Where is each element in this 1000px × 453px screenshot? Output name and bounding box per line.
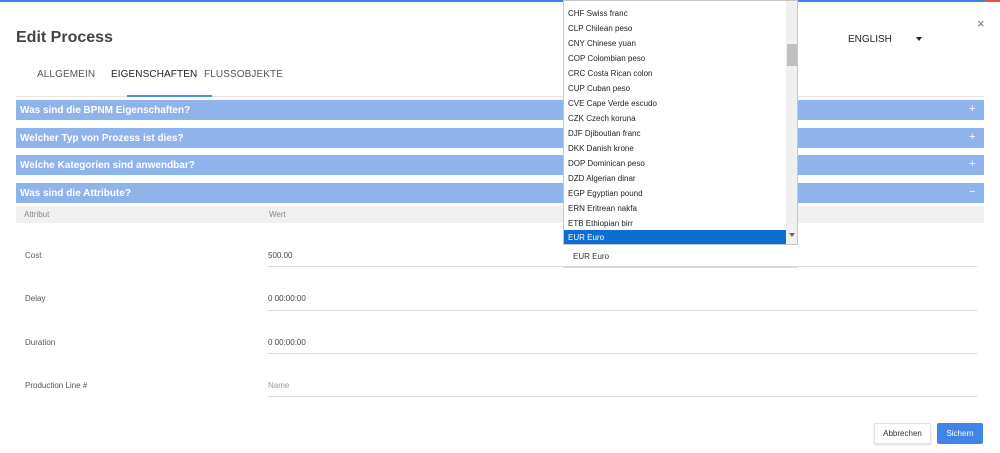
currency-select[interactable]: EUR Euro (563, 246, 798, 268)
attribute-column-header: Attribut (24, 210, 50, 219)
duration-input-underline (268, 353, 977, 354)
currency-select-underline (563, 267, 798, 268)
dropdown-scrollbar[interactable] (786, 1, 797, 244)
currency-option[interactable]: CLP Chilean peso (564, 21, 786, 36)
cancel-button[interactable]: Abbrechen (874, 423, 931, 444)
currency-option[interactable]: CHF Swiss franc (564, 6, 786, 21)
currency-option[interactable]: ETB Ethiopian birr (564, 216, 786, 231)
section-label: Welche Kategorien sind anwendbar? (20, 160, 195, 171)
delay-label: Delay (25, 294, 46, 303)
delay-input[interactable]: 0 00:00:00 (268, 294, 306, 303)
tab-allgemein[interactable]: ALLGEMEIN (37, 69, 95, 96)
currency-option[interactable]: CNY Chinese yuan (564, 36, 786, 51)
section-label: Was sind die Attribute? (20, 188, 131, 199)
dialog-title: Edit Process (16, 29, 113, 46)
currency-option[interactable]: CUP Cuban peso (564, 81, 786, 96)
section-label: Was sind die BPNM Eigenschaften? (20, 105, 191, 116)
cost-label: Cost (25, 251, 42, 260)
duration-label: Duration (25, 338, 56, 347)
currency-option[interactable]: DKK Danish krone (564, 141, 786, 156)
expand-icon: + (969, 131, 976, 143)
close-icon[interactable]: × (977, 16, 985, 31)
production-line-input-underline (268, 396, 977, 397)
chevron-down-icon (916, 37, 922, 41)
production-line-label: Production Line # (25, 381, 88, 390)
corner-accent (986, 0, 1000, 2)
save-button[interactable]: Sichern (937, 423, 983, 444)
scrollbar-thumb[interactable] (787, 44, 797, 66)
value-column-header: Wert (269, 210, 286, 219)
top-accent-bar (0, 0, 1000, 2)
language-select[interactable]: ENGLISH (846, 30, 956, 48)
currency-option[interactable]: CRC Costa Rican colon (564, 66, 786, 81)
delay-input-underline (268, 310, 977, 311)
section-bpnm-properties[interactable]: Was sind die BPNM Eigenschaften? + (16, 100, 984, 120)
expand-icon: + (969, 158, 976, 170)
tab-flussobjekte[interactable]: FLUSSOBJEKTE (204, 69, 283, 96)
section-label: Welcher Typ von Prozess ist dies? (20, 133, 184, 144)
section-attributes[interactable]: Was sind die Attribute? − (16, 183, 984, 203)
tab-eigenschaften[interactable]: EIGENSCHAFTEN (111, 69, 197, 96)
production-line-input[interactable]: Name (268, 381, 289, 390)
currency-option[interactable]: CZK Czech koruna (564, 111, 786, 126)
section-categories[interactable]: Welche Kategorien sind anwendbar? + (16, 155, 984, 175)
cost-input[interactable]: 500.00 (268, 251, 292, 260)
currency-option[interactable]: EGP Egyptian pound (564, 186, 786, 201)
attributes-table-header: Attribut Wert (16, 206, 984, 223)
currency-option[interactable]: CVE Cape Verde escudo (564, 96, 786, 111)
section-process-type[interactable]: Welcher Typ von Prozess ist dies? + (16, 128, 984, 148)
expand-icon: + (969, 103, 976, 115)
scroll-down-arrow-icon[interactable] (789, 233, 795, 237)
currency-selected-value: EUR Euro (573, 252, 610, 261)
duration-input[interactable]: 0 00:00:00 (268, 338, 306, 347)
currency-dropdown-list[interactable]: CHF Swiss franc CLP Chilean peso CNY Chi… (563, 0, 798, 245)
currency-option[interactable]: DZD Algerian dinar (564, 171, 786, 186)
collapse-icon: − (969, 186, 976, 198)
currency-option[interactable]: ERN Eritrean nakfa (564, 201, 786, 216)
currency-option[interactable]: COP Colombian peso (564, 51, 786, 66)
active-tab-indicator (127, 95, 212, 97)
currency-option-selected[interactable]: EUR Euro (564, 230, 786, 244)
language-selected-label: ENGLISH (848, 34, 892, 45)
currency-option[interactable]: DJF Djiboutian franc (564, 126, 786, 141)
currency-option[interactable]: DOP Dominican peso (564, 156, 786, 171)
